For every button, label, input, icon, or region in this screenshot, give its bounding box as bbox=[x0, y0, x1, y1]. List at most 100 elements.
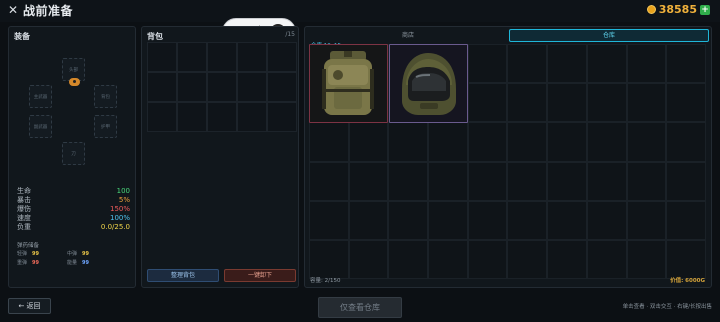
stat-label: 负重 bbox=[17, 223, 31, 231]
ammo-label: 中弹 bbox=[67, 251, 78, 257]
backpack-cell[interactable] bbox=[147, 72, 177, 102]
storage-cell[interactable] bbox=[547, 161, 587, 201]
storage-cell[interactable] bbox=[626, 83, 667, 123]
ammo-grid: 轻弹 99 中弹 99 重弹 99 能量 99 bbox=[17, 250, 117, 266]
backpack-cell[interactable] bbox=[177, 42, 207, 72]
storage-cell[interactable] bbox=[666, 44, 706, 84]
backpack-cell[interactable] bbox=[147, 42, 177, 72]
stat-row: 暴击 5% bbox=[17, 196, 130, 205]
storage-cell[interactable] bbox=[666, 122, 706, 162]
backpack-grid bbox=[147, 42, 297, 132]
storage-cell[interactable] bbox=[507, 83, 548, 123]
storage-cell[interactable] bbox=[586, 83, 627, 123]
backpack-cell[interactable] bbox=[177, 102, 207, 132]
storage-cell[interactable] bbox=[666, 161, 706, 201]
stat-label: 爆伤 bbox=[17, 205, 31, 213]
storage-cell[interactable] bbox=[626, 161, 667, 201]
storage-cell[interactable] bbox=[547, 44, 587, 84]
storage-cell[interactable] bbox=[467, 83, 508, 123]
storage-cell[interactable] bbox=[428, 161, 468, 201]
stat-label: 速度 bbox=[17, 214, 31, 222]
storage-cell[interactable] bbox=[348, 122, 389, 162]
storage-cell[interactable] bbox=[467, 200, 508, 240]
backpack-title: 背包 bbox=[147, 32, 163, 41]
storage-cell[interactable] bbox=[626, 239, 667, 280]
backpack-cell[interactable] bbox=[207, 102, 237, 132]
slot-melee[interactable]: 刀 bbox=[62, 142, 85, 165]
tab-storage[interactable]: 仓库 bbox=[509, 29, 709, 42]
backpack-cell[interactable] bbox=[237, 42, 267, 72]
storage-cell[interactable] bbox=[547, 122, 587, 162]
sort-backpack-button[interactable]: 整理背包 bbox=[147, 269, 219, 282]
storage-cell[interactable] bbox=[388, 161, 429, 201]
backpack-cell[interactable] bbox=[207, 42, 237, 72]
storage-cell[interactable] bbox=[626, 44, 667, 84]
storage-cell[interactable] bbox=[348, 200, 389, 240]
backpack-cell[interactable] bbox=[207, 72, 237, 102]
storage-cell[interactable] bbox=[348, 239, 389, 280]
storage-cell[interactable] bbox=[626, 122, 667, 162]
storage-cell[interactable] bbox=[586, 200, 627, 240]
storage-cell[interactable] bbox=[547, 239, 587, 280]
storage-cell[interactable] bbox=[666, 83, 706, 123]
slot-main-weapon[interactable]: 主武器 bbox=[29, 85, 52, 108]
tab-shop[interactable]: 商店 bbox=[310, 30, 506, 41]
slot-armor[interactable]: 护甲 bbox=[94, 115, 117, 138]
backpack-cell[interactable] bbox=[267, 102, 297, 132]
storage-cell[interactable] bbox=[666, 239, 706, 280]
close-icon[interactable]: ✕ bbox=[8, 3, 18, 17]
controls-hint: 单击查看 · 双击交互 · 右键/长按出售 bbox=[622, 304, 712, 310]
storage-cell[interactable] bbox=[388, 239, 429, 280]
backpack-item[interactable] bbox=[309, 44, 388, 123]
storage-cell[interactable] bbox=[388, 122, 429, 162]
storage-cell[interactable] bbox=[586, 239, 627, 280]
storage-cell[interactable] bbox=[467, 239, 508, 280]
storage-cell[interactable] bbox=[309, 239, 349, 280]
storage-capacity: 容量: 2/150 bbox=[310, 278, 341, 284]
backpack-icon bbox=[322, 51, 374, 115]
storage-cell[interactable] bbox=[507, 44, 548, 84]
storage-cell[interactable] bbox=[547, 200, 587, 240]
storage-cell[interactable] bbox=[626, 200, 667, 240]
stat-label: 暴击 bbox=[17, 196, 31, 204]
backpack-cell[interactable] bbox=[237, 102, 267, 132]
storage-cell[interactable] bbox=[467, 161, 508, 201]
storage-cell[interactable] bbox=[547, 83, 587, 123]
back-button[interactable]: ← 返回 bbox=[8, 298, 51, 314]
storage-cell[interactable] bbox=[388, 200, 429, 240]
storage-cell[interactable] bbox=[467, 122, 508, 162]
storage-cell[interactable] bbox=[586, 44, 627, 84]
slot-secondary-weapon-label: 副武器 bbox=[33, 124, 48, 130]
slot-secondary-weapon[interactable]: 副武器 bbox=[29, 115, 52, 138]
stat-value: 100 bbox=[116, 187, 130, 195]
backpack-cell[interactable] bbox=[177, 72, 207, 102]
ammo-item: 重弹 99 bbox=[17, 259, 67, 266]
slot-backpack[interactable]: 背包 bbox=[94, 85, 117, 108]
backpack-cell[interactable] bbox=[267, 72, 297, 102]
storage-cell[interactable] bbox=[586, 161, 627, 201]
storage-cell[interactable] bbox=[428, 239, 468, 280]
plus-icon[interactable]: + bbox=[700, 4, 710, 15]
ammo-value: 99 bbox=[82, 251, 89, 257]
storage-cell[interactable] bbox=[586, 122, 627, 162]
backpack-cell[interactable] bbox=[267, 42, 297, 72]
storage-cell[interactable] bbox=[309, 122, 349, 162]
backpack-cell[interactable] bbox=[237, 72, 267, 102]
storage-cell[interactable] bbox=[428, 200, 468, 240]
storage-cell[interactable] bbox=[309, 200, 349, 240]
storage-cell[interactable] bbox=[507, 161, 548, 201]
storage-cell[interactable] bbox=[428, 122, 468, 162]
storage-cell[interactable] bbox=[666, 200, 706, 240]
storage-cell[interactable] bbox=[507, 200, 548, 240]
storage-cell[interactable] bbox=[348, 161, 389, 201]
storage-cell[interactable] bbox=[309, 161, 349, 201]
backpack-cell[interactable] bbox=[147, 102, 177, 132]
storage-cell[interactable] bbox=[507, 239, 548, 280]
ammo-value: 99 bbox=[82, 260, 89, 266]
storage-cell[interactable] bbox=[467, 44, 508, 84]
helmet-item[interactable] bbox=[389, 44, 468, 123]
storage-cell[interactable] bbox=[507, 122, 548, 162]
unload-all-button[interactable]: 一键卸下 bbox=[224, 269, 296, 282]
view-storage-only-button[interactable]: 仅查看仓库 bbox=[318, 297, 402, 318]
storage-value: 价值: 6000G bbox=[670, 278, 705, 284]
